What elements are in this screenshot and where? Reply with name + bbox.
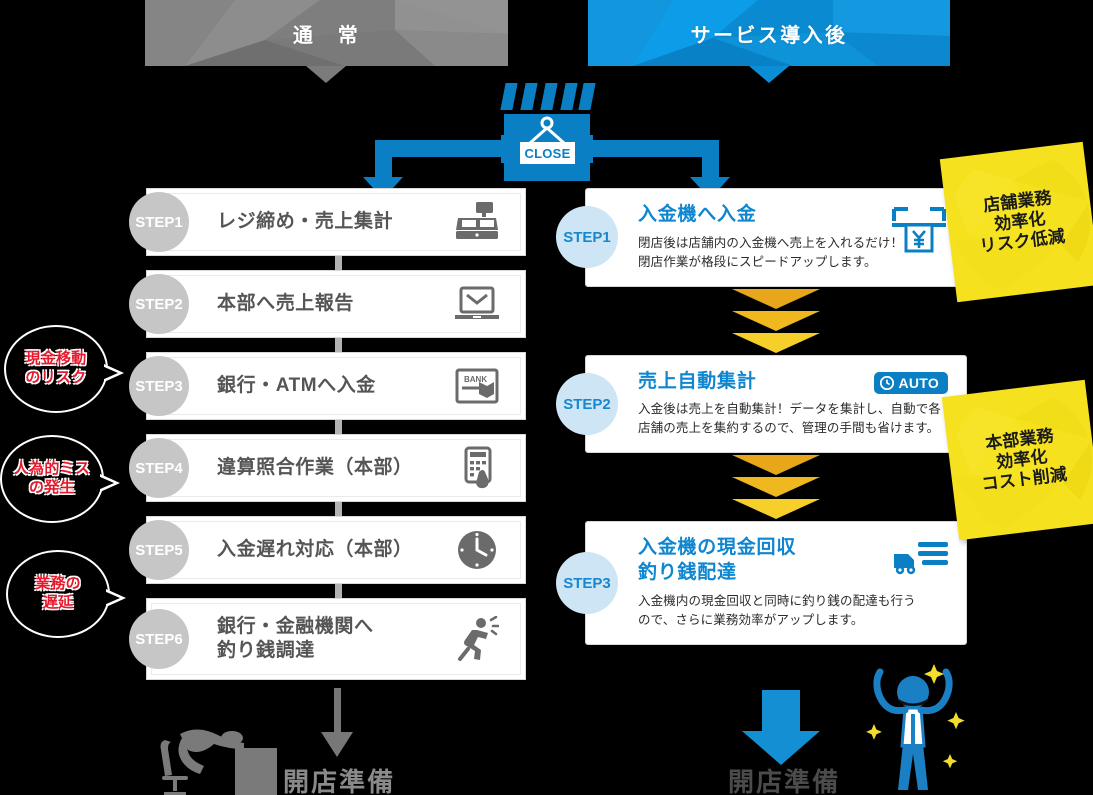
- chevron-3: [732, 332, 820, 353]
- left-step-title-2: 本部へ売上報告: [217, 292, 354, 314]
- svg-text:BANK: BANK: [464, 375, 487, 384]
- flow-pipe-left: [375, 140, 392, 178]
- laptop-mail-icon: [451, 281, 503, 327]
- diagram-canvas: 通 常 サービス導入後 CLOSE STEP1 レジ締め・売上集計 STEP2 …: [0, 0, 1093, 795]
- left-step-card-3[interactable]: STEP3 銀行・ATMへ入金 BANK: [129, 352, 526, 420]
- chevron-5: [732, 477, 820, 498]
- chevron-2: [732, 310, 820, 331]
- right-step-card-2[interactable]: STEP2 売上自動集計 入金後は売上を自動集計！データを集計し、自動で各 店舗…: [556, 354, 967, 454]
- risk-bubble-1-line1: 現金移動: [25, 350, 87, 368]
- bottom-arrow-left-head: [321, 732, 353, 757]
- auto-badge-icon: AUTO: [874, 371, 948, 394]
- delivery-truck-icon: [892, 538, 948, 583]
- clock-icon: [451, 527, 503, 573]
- left-connector-4: [335, 502, 342, 516]
- flow-pipe-right: [702, 140, 719, 178]
- left-step-card-6[interactable]: STEP6 銀行・金融機関へ 釣り銭調達: [129, 598, 526, 680]
- left-connector-2: [335, 338, 342, 352]
- header-banner-service: サービス導入後: [588, 0, 950, 66]
- right-flow-column: STEP1 入金機へ入金 閉店後は店舗内の入金機へ売上を入れるだけ！ 閉店作業が…: [556, 188, 967, 645]
- chevron-1: [732, 288, 820, 309]
- left-step-card-2[interactable]: STEP2 本部へ売上報告: [129, 270, 526, 338]
- bottom-arrow-left-shaft: [334, 688, 341, 735]
- bank-deposit-icon: BANK: [451, 363, 503, 409]
- right-step-desc-3: 入金機内の現金回収と同時に釣り銭の配達も行う ので、さらに業務効率がアップします…: [638, 592, 948, 630]
- awning-icon: [500, 83, 596, 110]
- left-step-title-5: 入金遅れ対応（本部）: [217, 538, 413, 560]
- cash-register-icon: [451, 199, 503, 245]
- step-badge-right-3: STEP3: [556, 552, 618, 615]
- header-notch-left: [306, 66, 346, 83]
- footer-label-left: 開店準備: [283, 767, 396, 795]
- header-banner-normal: 通 常: [145, 0, 508, 66]
- close-shop-sign: CLOSE: [500, 83, 596, 181]
- left-step-card-5[interactable]: STEP5 入金遅れ対応（本部）: [129, 516, 526, 584]
- right-step-desc-2-line1: 入金後は売上を自動集計！データを集計し、自動で各: [638, 402, 942, 417]
- left-step-card-4[interactable]: STEP4 違算照合作業（本部）: [129, 434, 526, 502]
- step-badge-left-5: STEP5: [129, 520, 189, 580]
- left-step-title-4: 違算照合作業（本部）: [217, 456, 413, 478]
- risk-bubble-2-line2: の発生: [29, 479, 75, 496]
- header-label-normal: 通 常: [292, 24, 361, 47]
- close-plate: CLOSE: [520, 142, 575, 164]
- step-badge-left-6: STEP6: [129, 609, 189, 669]
- left-step-card-1[interactable]: STEP1 レジ締め・売上集計: [129, 188, 526, 256]
- benefit-seal-2: 本部業務 効率化 コスト削減: [941, 379, 1093, 541]
- exhausted-person-icon: [160, 718, 290, 795]
- bottom-arrow-right-head: [742, 731, 820, 765]
- risk-bubble-2-line1: 人為的ミス: [13, 460, 91, 478]
- bubble-tail-2: [98, 473, 120, 492]
- header-notch-right: [749, 66, 789, 83]
- risk-bubble-2: 人為的ミス の発生: [0, 435, 120, 523]
- clock-glyph-icon: [880, 375, 895, 390]
- left-connector-5: [335, 584, 342, 598]
- left-step-title-6: 銀行・金融機関へ 釣り銭調達: [217, 615, 374, 664]
- right-step-desc-3-line2: ので、さらに業務効率がアップします。: [638, 612, 864, 627]
- left-connector-1: [335, 256, 342, 270]
- footer-label-right: 開店準備: [728, 767, 841, 795]
- calculator-icon: [451, 445, 503, 491]
- right-step-desc-2-line2: 店舗の売上を集約するので、管理の手間も省けます。: [638, 421, 940, 436]
- step-badge-left-1: STEP1: [129, 192, 189, 252]
- risk-bubble-1-line2: のリスク: [25, 369, 87, 386]
- right-step-card-1[interactable]: STEP1 入金機へ入金 閉店後は店舗内の入金機へ売上を入れるだけ！ 閉店作業が…: [556, 188, 967, 287]
- chevron-6: [732, 499, 820, 520]
- header-label-service: サービス導入後: [690, 24, 848, 47]
- risk-bubble-3-line1: 業務の: [35, 575, 81, 593]
- risk-bubble-3: 業務の 遅延: [6, 550, 126, 638]
- chevron-connector-1: [585, 287, 967, 355]
- step-badge-right-2: STEP2: [556, 373, 618, 436]
- chevron-4: [732, 455, 820, 476]
- step-badge-left-2: STEP2: [129, 274, 189, 334]
- left-step-title-3: 銀行・ATMへ入金: [217, 374, 376, 396]
- bottom-arrow-right-shaft: [762, 690, 800, 734]
- cheering-person-icon: [858, 650, 968, 795]
- step-badge-left-4: STEP4: [129, 438, 189, 498]
- right-step-desc-2: 入金後は売上を自動集計！データを集計し、自動で各 店舗の売上を集約するので、管理…: [638, 400, 948, 438]
- running-person-icon: [451, 616, 503, 662]
- left-step-title-6-line1: 銀行・金融機関へ: [217, 615, 374, 637]
- auto-badge-label: AUTO: [898, 374, 939, 391]
- bubble-tail-1: [102, 363, 124, 382]
- right-step-desc-3-line1: 入金機内の現金回収と同時に釣り銭の配達も行う: [638, 593, 916, 608]
- right-step-card-3[interactable]: STEP3 入金機の現金回収 釣り銭配達 入金機内の現金回収と同時に釣り銭の配達…: [556, 521, 967, 645]
- risk-bubble-3-line2: 遅延: [42, 594, 74, 611]
- left-step-title-6-line2: 釣り銭調達: [217, 640, 315, 661]
- deposit-machine-yen-icon: [890, 205, 948, 260]
- bubble-tail-3: [104, 588, 126, 607]
- left-connector-3: [335, 420, 342, 434]
- left-step-title-1: レジ締め・売上集計: [217, 210, 394, 232]
- risk-bubble-1: 現金移動 のリスク: [4, 325, 124, 413]
- step-badge-left-3: STEP3: [129, 356, 189, 416]
- left-flow-column: STEP1 レジ締め・売上集計 STEP2 本部へ売上報告 STEP3 銀行・A…: [129, 188, 526, 694]
- chevron-connector-2: [585, 453, 967, 521]
- benefit-seal-1: 店舗業務 効率化 リスク低減: [939, 141, 1093, 303]
- step-badge-right-1: STEP1: [556, 206, 618, 269]
- close-label: CLOSE: [524, 145, 571, 161]
